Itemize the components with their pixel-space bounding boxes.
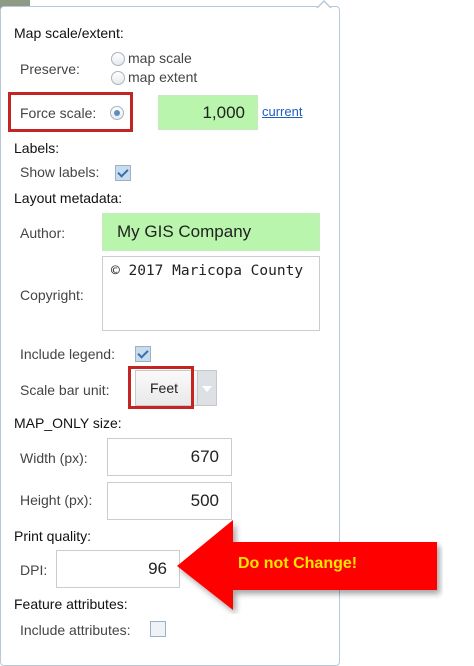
scale-bar-unit-highlight-box (128, 366, 194, 409)
width-input[interactable]: 670 (107, 438, 232, 476)
include-attributes-label: Include attributes: (20, 622, 131, 638)
force-scale-input[interactable]: 1,000 (158, 95, 258, 130)
force-scale-highlight-box (8, 92, 133, 132)
map-scale-section-title: Map scale/extent: (14, 25, 124, 41)
labels-section-title: Labels: (14, 140, 60, 156)
map-scale-radio[interactable] (111, 52, 125, 66)
dpi-label: DPI: (20, 562, 48, 578)
dpi-input[interactable]: 96 (56, 550, 180, 588)
feature-attributes-section-title: Feature attributes: (14, 596, 128, 612)
copyright-label: Copyright: (20, 287, 84, 303)
map-only-size-section-title: MAP_ONLY size: (14, 415, 122, 431)
include-attributes-checkbox[interactable] (150, 621, 166, 637)
show-labels-label: Show labels: (20, 164, 100, 180)
include-legend-checkbox[interactable] (135, 346, 151, 362)
height-input[interactable]: 500 (107, 482, 232, 520)
author-input[interactable]: My GIS Company (102, 213, 320, 251)
map-extent-option-label: map extent (128, 69, 198, 85)
height-label: Height (px): (20, 492, 93, 508)
width-label: Width (px): (20, 450, 88, 466)
layout-metadata-section-title: Layout metadata: (14, 190, 123, 206)
scale-bar-unit-label: Scale bar unit: (20, 382, 110, 398)
include-legend-label: Include legend: (20, 346, 115, 362)
copyright-textarea[interactable]: © 2017 Maricopa County (102, 256, 320, 331)
dropdown-toggle[interactable] (197, 371, 216, 405)
map-scale-option-label: map scale (128, 50, 192, 66)
map-extent-radio[interactable] (111, 71, 125, 85)
do-not-change-callout: Do not Change! (238, 555, 358, 572)
chevron-down-icon (202, 386, 212, 392)
preserve-label: Preserve: (20, 61, 80, 77)
show-labels-checkbox[interactable] (115, 165, 131, 181)
author-label: Author: (20, 225, 66, 241)
print-quality-section-title: Print quality: (14, 528, 92, 544)
current-scale-link[interactable]: current (262, 104, 302, 119)
